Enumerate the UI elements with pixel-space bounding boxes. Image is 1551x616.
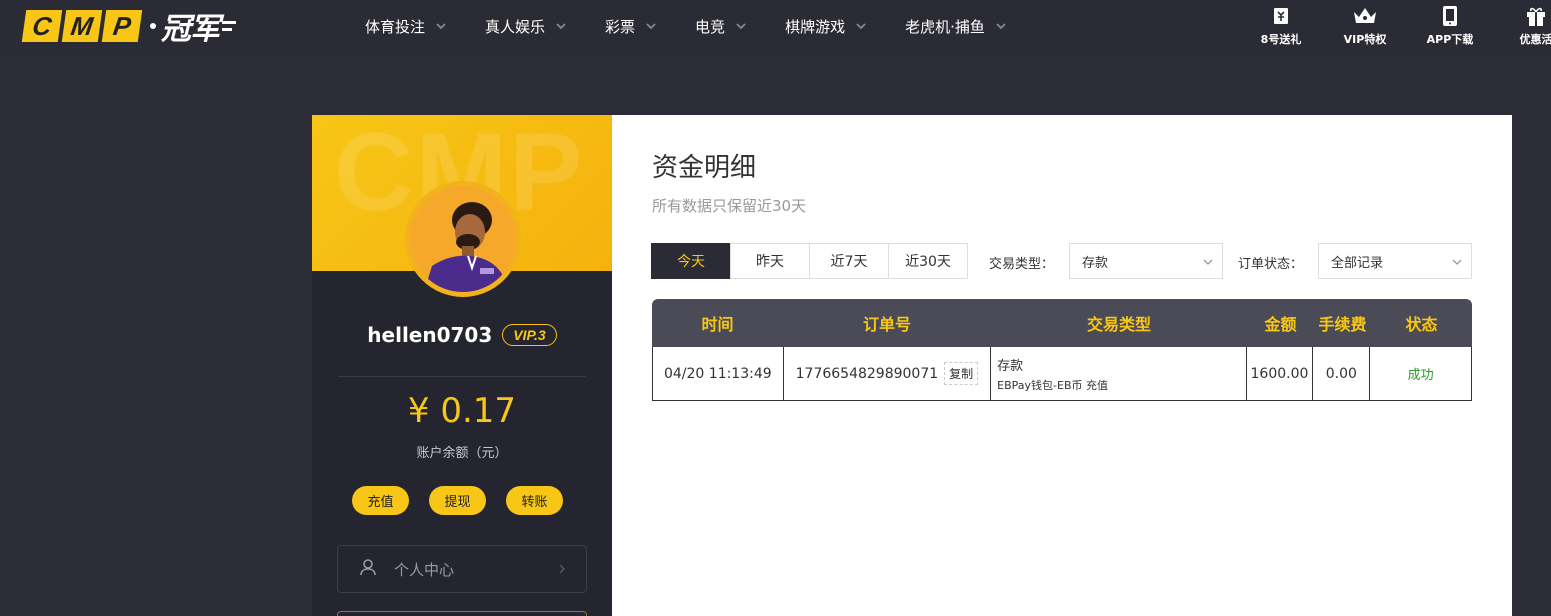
chevron-down-icon: [995, 20, 1007, 32]
chevron-down-icon: [1451, 256, 1463, 268]
quick-link-label: 优惠活: [1519, 33, 1551, 46]
account-balance: ¥ 0.17: [407, 391, 517, 431]
table-header: 时间 订单号 交易类型 金额 手续费 状态: [652, 299, 1472, 347]
nav-esports[interactable]: 电竞: [676, 0, 766, 52]
chevron-down-icon: [1202, 256, 1214, 268]
quick-link-vip[interactable]: VIP特权: [1329, 4, 1401, 47]
vip-level-badge[interactable]: VIP.3: [502, 324, 557, 346]
fund-details-panel: 资金明细 所有数据只保留近30天 今天 昨天 近7天 近30天 交易类型： 存款…: [612, 115, 1512, 616]
menu-item-label: 个人中心: [394, 560, 455, 579]
order-status-select[interactable]: 全部记录: [1318, 243, 1472, 279]
nav-label: 体育投注: [365, 17, 426, 36]
logo-chinese: 冠军: [161, 12, 220, 47]
tab-today[interactable]: 今天: [651, 243, 731, 279]
ticket-icon: [1271, 4, 1291, 28]
user-icon: [358, 557, 378, 581]
chevron-down-icon: [735, 20, 747, 32]
cell-fee: 0.00: [1313, 347, 1371, 400]
page-title: 资金明细: [652, 153, 757, 183]
transaction-type-label: 交易类型：: [989, 257, 1055, 272]
withdraw-button[interactable]: 提现: [429, 486, 486, 515]
gift-icon: [1525, 4, 1547, 28]
chevron-down-icon: [555, 20, 567, 32]
copy-button[interactable]: 复制: [944, 362, 979, 385]
nav-slots-fishing[interactable]: 老虎机·捕鱼: [886, 0, 1026, 52]
logo-dot: [150, 23, 156, 29]
tab-yesterday[interactable]: 昨天: [730, 243, 810, 279]
cell-amount: 1600.00: [1247, 347, 1314, 400]
main-nav: 体育投注 真人娱乐 彩票 电竞 棋牌游戏 老虎机·捕鱼: [346, 0, 1026, 52]
quick-link-label: 8号送礼: [1260, 33, 1302, 46]
menu-item-personal-center[interactable]: 个人中心: [337, 545, 587, 593]
username-row: hellen0703 VIP.3: [312, 323, 612, 347]
type-detail: EBPay钱包-EB币 充值: [997, 378, 1109, 392]
order-number: 1776654829890071: [795, 365, 939, 382]
col-header-amount: 金额: [1264, 315, 1297, 334]
logo-letter-p: P: [101, 10, 143, 42]
col-header-status: 状态: [1405, 315, 1438, 334]
divider: [338, 376, 586, 377]
logo-speed-lines: [222, 21, 236, 31]
nav-label: 电竞: [695, 17, 726, 36]
col-header-time: 时间: [701, 315, 734, 334]
crown-icon: [1352, 4, 1378, 28]
chevron-right-icon: [558, 560, 566, 579]
chevron-down-icon: [645, 20, 657, 32]
date-range-tabs: 今天 昨天 近7天 近30天: [651, 243, 968, 279]
cell-type: 存款 EBPay钱包-EB币 充值: [991, 347, 1247, 400]
fund-details-table: 时间 订单号 交易类型 金额 手续费 状态 04/20 11:13:49 177…: [652, 299, 1472, 401]
order-status-label: 订单状态：: [1238, 257, 1304, 272]
cell-time: 04/20 11:13:49: [653, 347, 784, 400]
nav-sports[interactable]: 体育投注: [346, 0, 466, 52]
type-main: 存款: [997, 358, 1024, 374]
page-subtitle: 所有数据只保留近30天: [652, 197, 807, 215]
quick-link-label: VIP特权: [1343, 33, 1387, 46]
nav-card-games[interactable]: 棋牌游戏: [766, 0, 886, 52]
avatar[interactable]: [405, 181, 521, 297]
col-header-fee: 手续费: [1318, 315, 1367, 334]
top-navbar: C M P 冠军 体育投注 真人娱乐 彩票 电竞 棋牌游戏 老虎机·捕鱼 8号送…: [0, 0, 1551, 52]
tab-last-7-days[interactable]: 近7天: [809, 243, 889, 279]
cell-status: 成功: [1370, 347, 1471, 400]
col-header-order-no: 订单号: [862, 315, 911, 334]
cell-order-no: 1776654829890071 复制: [784, 347, 992, 400]
wallet-actions: 充值 提现 转账: [352, 486, 563, 515]
chevron-down-icon: [435, 20, 447, 32]
profile-panel: CMP hellen0703 VIP.3 ¥ 0.17 账户余额（元） 充值 提…: [312, 115, 612, 616]
tablet-icon: [1441, 4, 1459, 28]
nav-live-casino[interactable]: 真人娱乐: [466, 0, 586, 52]
balance-label: 账户余额（元）: [416, 446, 508, 461]
select-value: 存款: [1082, 255, 1109, 271]
nav-label: 棋牌游戏: [785, 17, 846, 36]
quick-link-app[interactable]: APP下载: [1414, 4, 1486, 47]
table-row: 04/20 11:13:49 1776654829890071 复制 存款 EB…: [652, 347, 1472, 401]
chevron-down-icon: [855, 20, 867, 32]
select-value: 全部记录: [1331, 255, 1384, 271]
nav-lottery[interactable]: 彩票: [586, 0, 676, 52]
logo-letter-c: C: [21, 10, 63, 42]
transaction-type-select[interactable]: 存款: [1069, 243, 1223, 279]
quick-link-gift-8[interactable]: 8号送礼: [1245, 4, 1317, 47]
cmp-logo[interactable]: C M P 冠军: [21, 8, 236, 47]
menu-item-next[interactable]: [337, 611, 587, 616]
logo-letter-m: M: [61, 10, 103, 42]
transfer-button[interactable]: 转账: [506, 486, 563, 515]
tab-last-30-days[interactable]: 近30天: [888, 243, 968, 279]
nav-label: 老虎机·捕鱼: [905, 17, 985, 36]
nav-label: 彩票: [605, 17, 636, 36]
quick-link-label: APP下载: [1426, 33, 1474, 46]
nav-label: 真人娱乐: [485, 17, 546, 36]
status-text: 成功: [1407, 368, 1434, 383]
quick-link-promotions[interactable]: 优惠活: [1500, 4, 1551, 47]
deposit-button[interactable]: 充值: [352, 486, 409, 515]
col-header-type: 交易类型: [1086, 315, 1151, 334]
username: hellen0703: [367, 323, 493, 347]
